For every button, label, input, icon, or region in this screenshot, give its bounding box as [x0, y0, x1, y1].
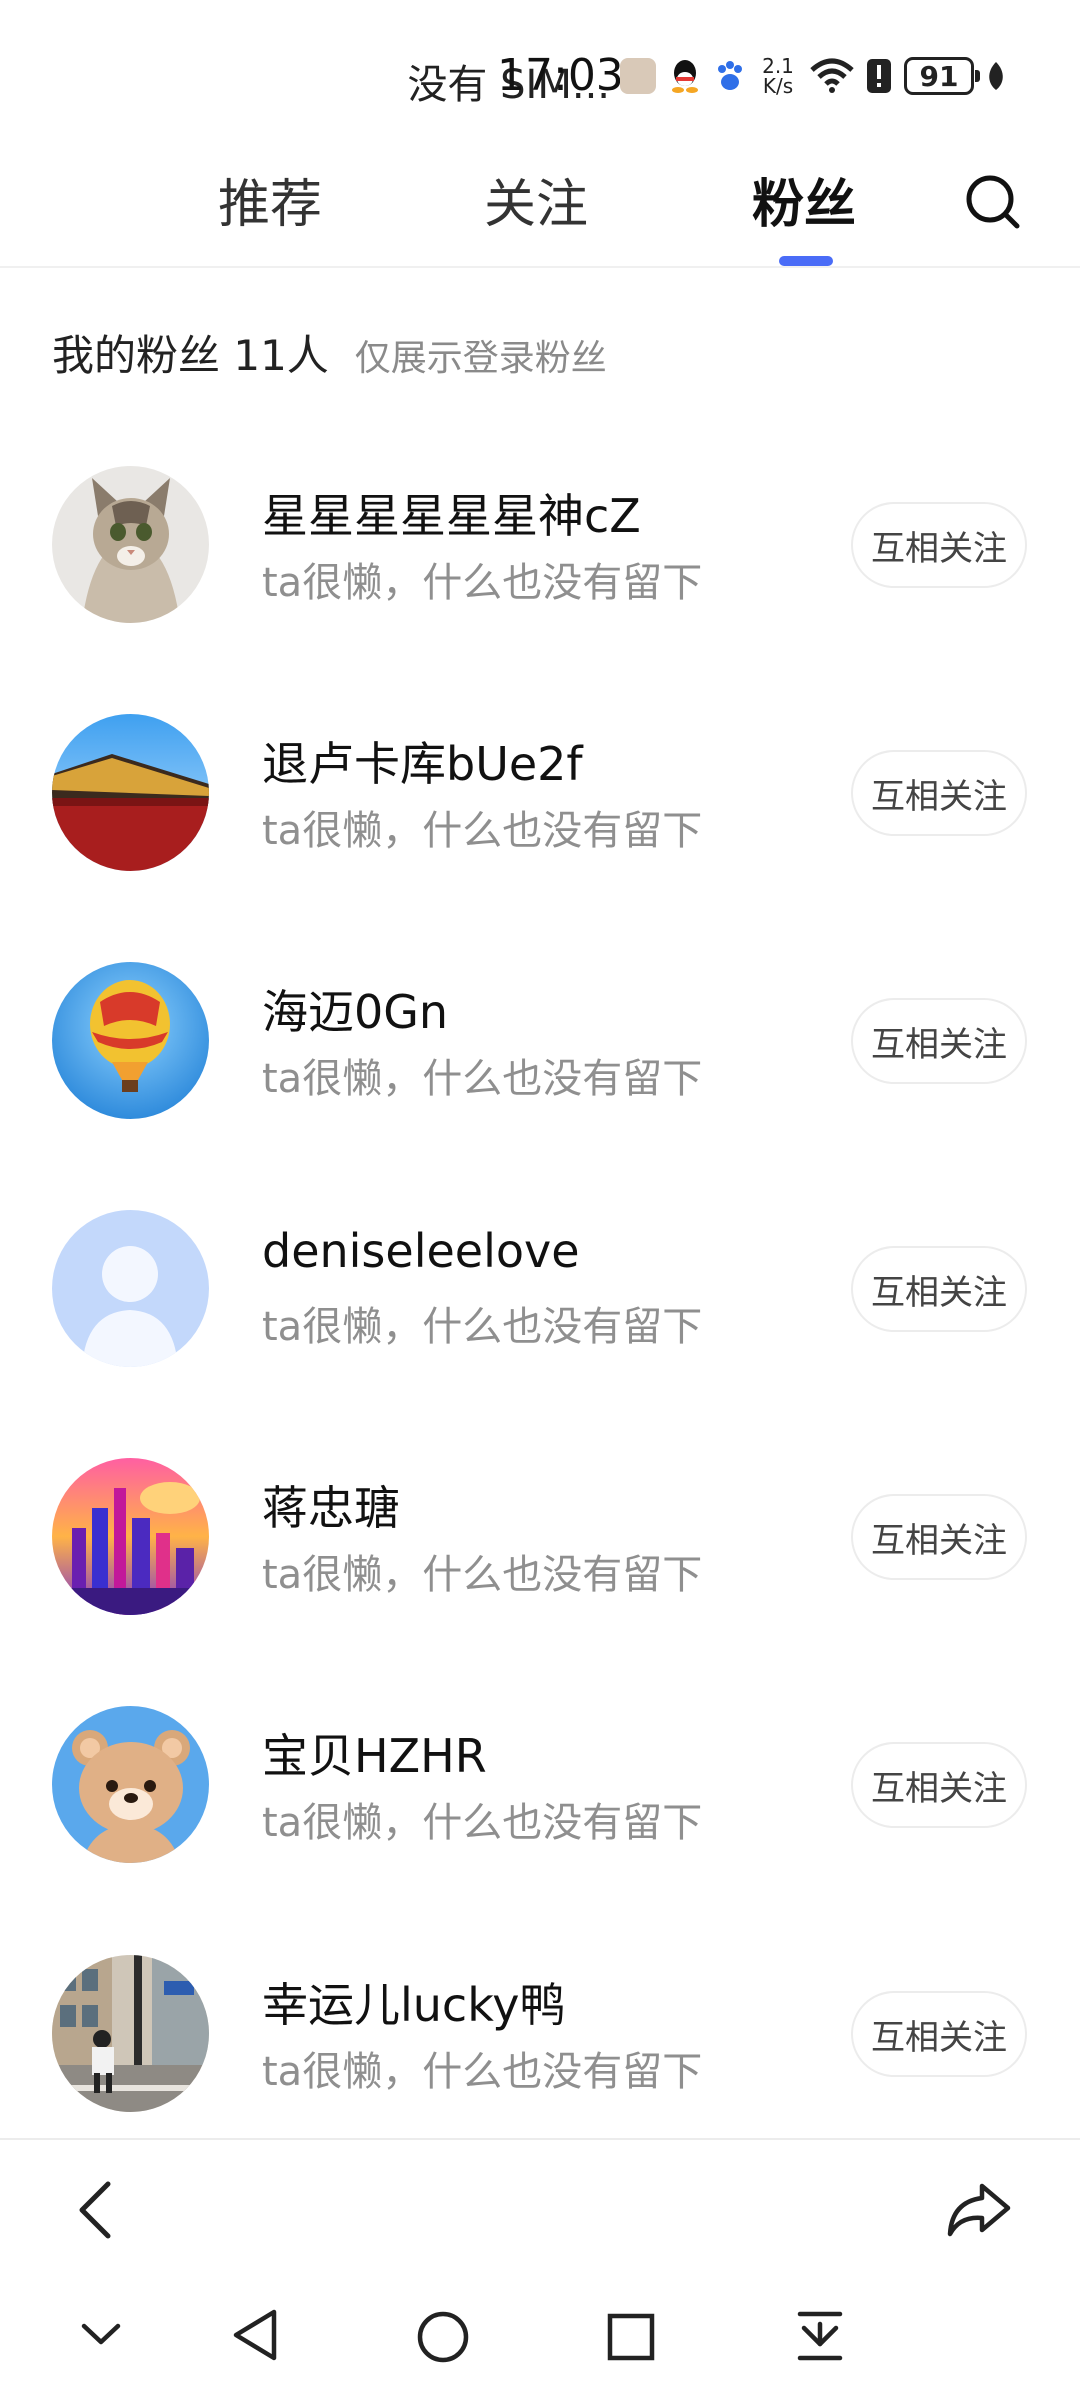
fan-bio: ta很懒，什么也没有留下	[262, 1552, 703, 1598]
status-bar: 没有 SIM... 17:03 2.1 K/s 91	[0, 0, 1080, 150]
mutual-follow-button[interactable]: 互相关注	[851, 1991, 1027, 2077]
mutual-follow-button[interactable]: 互相关注	[851, 1494, 1027, 1580]
wifi-icon	[810, 58, 854, 93]
nav-dropdown-icon[interactable]	[796, 2308, 844, 2364]
battery-level: 91	[919, 59, 959, 93]
share-icon[interactable]	[944, 2180, 1014, 2240]
mutual-follow-button[interactable]: 互相关注	[851, 1742, 1027, 1828]
avatar[interactable]	[52, 466, 209, 623]
baidu-paw-icon	[718, 61, 742, 90]
tab-recommend[interactable]: 推荐	[218, 162, 322, 237]
back-chevron-icon[interactable]	[72, 2180, 122, 2240]
collapse-chevron-icon[interactable]	[80, 2320, 122, 2350]
bottom-toolbar	[0, 2138, 1080, 2272]
fan-name[interactable]: 退卢卡库bUe2f	[262, 728, 583, 794]
fan-bio: ta很懒，什么也没有留下	[262, 1304, 703, 1350]
fan-name[interactable]: 海迈0Gn	[262, 976, 448, 1042]
avatar[interactable]	[52, 1458, 209, 1615]
list-item[interactable]: 星星星星星星神cZ ta很懒，什么也没有留下 互相关注	[0, 466, 1080, 714]
tab-fans[interactable]: 粉丝	[752, 162, 856, 237]
mutual-follow-button[interactable]: 互相关注	[851, 1246, 1027, 1332]
fan-bio: ta很懒，什么也没有留下	[262, 2049, 703, 2095]
active-tab-indicator	[779, 256, 833, 266]
fan-bio: ta很懒，什么也没有留下	[262, 808, 703, 854]
app-notification-icon	[620, 58, 656, 94]
fan-bio: ta很懒，什么也没有留下	[262, 1056, 703, 1102]
list-item[interactable]: 海迈0Gn ta很懒，什么也没有留下 互相关注	[0, 962, 1080, 1210]
mutual-follow-button[interactable]: 互相关注	[851, 998, 1027, 1084]
qq-icon	[672, 60, 698, 93]
tab-following[interactable]: 关注	[484, 162, 588, 237]
default-avatar-icon[interactable]	[52, 1210, 209, 1367]
fans-note: 仅展示登录粉丝	[354, 338, 607, 379]
avatar[interactable]	[52, 1955, 209, 2112]
top-tabs: 推荐 关注 粉丝	[0, 150, 1080, 268]
mutual-follow-button[interactable]: 互相关注	[851, 750, 1027, 836]
leaf-charging-icon	[989, 62, 1003, 90]
fans-header: 我的粉丝 11人 仅展示登录粉丝	[52, 322, 607, 383]
avatar[interactable]	[52, 962, 209, 1119]
fan-name[interactable]: 宝贝HZHR	[262, 1720, 487, 1786]
list-item[interactable]: 退卢卡库bUe2f ta很懒，什么也没有留下 互相关注	[0, 714, 1080, 962]
nav-recents-icon[interactable]	[606, 2312, 656, 2362]
clock: 17:03	[497, 50, 624, 101]
fan-name[interactable]: 蒋忠瑭	[262, 1472, 400, 1538]
nav-home-icon[interactable]	[416, 2310, 470, 2364]
system-nav-bar	[0, 2272, 1080, 2400]
net-speed-value: 2.1	[762, 54, 794, 78]
fan-name[interactable]: 星星星星星星神cZ	[262, 480, 641, 546]
battery-indicator: 91	[904, 57, 980, 95]
status-icons: 2.1 K/s 91	[620, 56, 1006, 96]
net-speed-unit: K/s	[762, 74, 794, 98]
alert-icon	[867, 59, 891, 93]
net-speed: 2.1 K/s	[758, 56, 798, 96]
list-item[interactable]: 宝贝HZHR ta很懒，什么也没有留下 互相关注	[0, 1706, 1080, 1954]
list-item[interactable]: 蒋忠瑭 ta很懒，什么也没有留下 互相关注	[0, 1458, 1080, 1706]
fan-bio: ta很懒，什么也没有留下	[262, 560, 703, 606]
list-item[interactable]: deniseleelove ta很懒，什么也没有留下 互相关注	[0, 1210, 1080, 1458]
mutual-follow-button[interactable]: 互相关注	[851, 502, 1027, 588]
fans-count-title: 我的粉丝 11人	[52, 331, 329, 380]
nav-back-icon[interactable]	[230, 2308, 280, 2362]
fan-bio: ta很懒，什么也没有留下	[262, 1800, 703, 1846]
avatar[interactable]	[52, 714, 209, 871]
avatar[interactable]	[52, 1706, 209, 1863]
search-icon[interactable]	[963, 172, 1023, 232]
fan-name[interactable]: deniseleelove	[262, 1224, 580, 1278]
fan-name[interactable]: 幸运儿lucky鸭	[262, 1969, 565, 2035]
